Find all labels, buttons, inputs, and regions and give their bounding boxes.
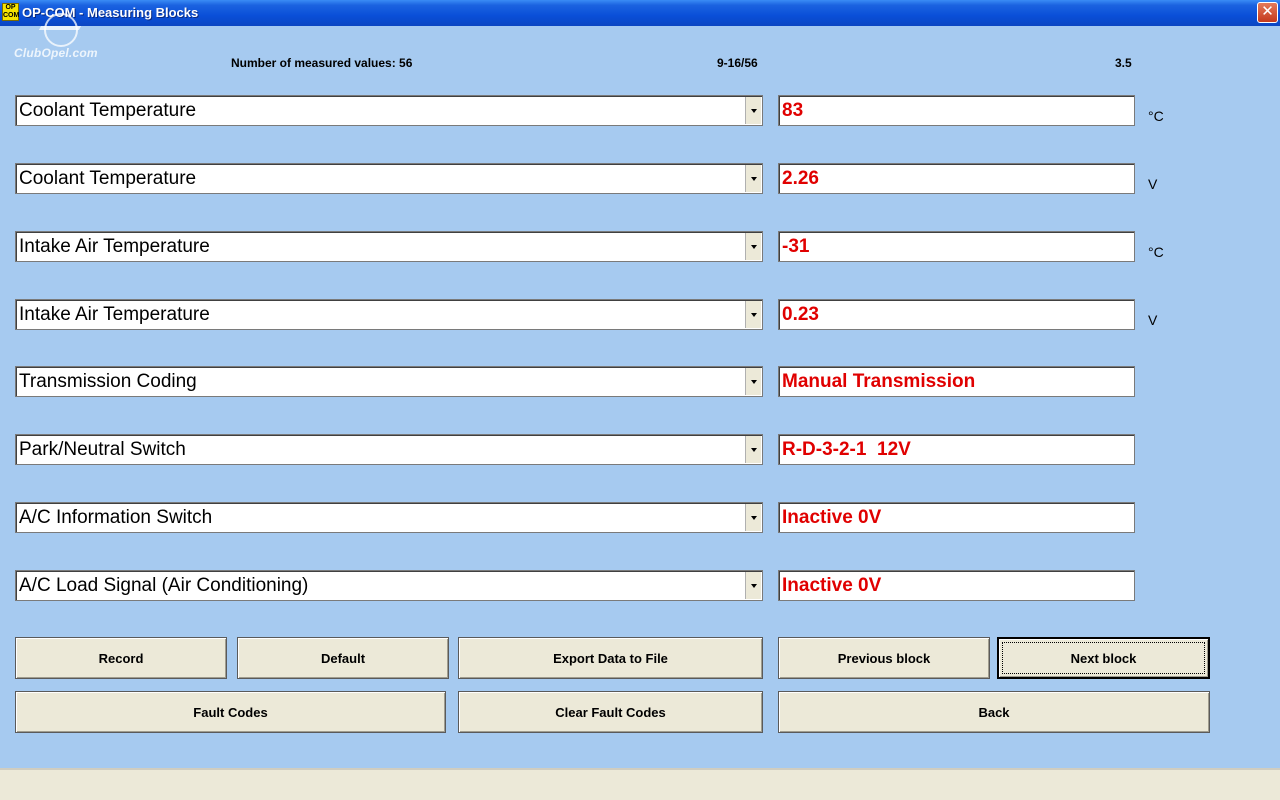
previous-block-button[interactable]: Previous block — [778, 637, 990, 679]
measure-select-4[interactable]: Intake Air Temperature — [15, 299, 763, 330]
close-button[interactable]: ✕ — [1257, 2, 1278, 23]
value-text: Inactive 0V — [782, 507, 882, 528]
measured-values-count: Number of measured values: 56 — [231, 56, 413, 70]
status-bar — [0, 768, 1280, 800]
measure-select-1[interactable]: Coolant Temperature — [15, 95, 763, 126]
fault-codes-button[interactable]: Fault Codes — [15, 691, 446, 733]
measure-value-4: 0.23 — [778, 299, 1135, 330]
value-text: R-D-3-2-1 12V — [782, 439, 911, 460]
measure-select-5[interactable]: Transmission Coding — [15, 366, 763, 397]
block-range: 9-16/56 — [717, 56, 758, 70]
chevron-down-icon[interactable] — [745, 436, 761, 463]
measure-label: A/C Information Switch — [19, 507, 213, 528]
back-button[interactable]: Back — [778, 691, 1210, 733]
value-text: 83 — [782, 100, 804, 121]
clubopel-logo: ClubOpel.com — [14, 10, 114, 62]
value-text: 2.26 — [782, 168, 819, 189]
version-number: 3.5 — [1115, 56, 1132, 70]
clear-fault-codes-button[interactable]: Clear Fault Codes — [458, 691, 763, 733]
opel-logo-icon — [44, 13, 78, 47]
measure-value-7: Inactive 0V — [778, 502, 1135, 533]
chevron-down-icon[interactable] — [745, 368, 761, 395]
measure-label: Coolant Temperature — [19, 100, 197, 121]
measure-select-3[interactable]: Intake Air Temperature — [15, 231, 763, 262]
measure-value-2: 2.26 — [778, 163, 1135, 194]
chevron-down-icon[interactable] — [745, 233, 761, 260]
measure-label: Intake Air Temperature — [19, 236, 210, 257]
measure-label: A/C Load Signal (Air Conditioning) — [19, 575, 309, 596]
chevron-down-icon[interactable] — [745, 97, 761, 124]
measure-value-5: Manual Transmission — [778, 366, 1135, 397]
value-text: 0.23 — [782, 304, 819, 325]
next-block-button[interactable]: Next block — [997, 637, 1210, 679]
opel-bolt-icon — [38, 26, 82, 30]
unit-label: °C — [1148, 108, 1164, 124]
unit-label: V — [1148, 176, 1158, 192]
chevron-down-icon[interactable] — [745, 504, 761, 531]
measure-value-6: R-D-3-2-1 12V — [778, 434, 1135, 465]
measure-value-3: -31 — [778, 231, 1135, 262]
unit-label: °C — [1148, 244, 1164, 260]
watermark-text: ClubOpel.com — [14, 46, 98, 60]
default-button[interactable]: Default — [237, 637, 449, 679]
measure-label: Park/Neutral Switch — [19, 439, 186, 460]
value-text: -31 — [782, 236, 810, 257]
measure-select-6[interactable]: Park/Neutral Switch — [15, 434, 763, 465]
unit-label: V — [1148, 312, 1158, 328]
title-bar: OP COM OP-COM - Measuring Blocks ✕ — [0, 0, 1280, 26]
record-button[interactable]: Record — [15, 637, 227, 679]
chevron-down-icon[interactable] — [745, 301, 761, 328]
measure-label: Intake Air Temperature — [19, 304, 210, 325]
measure-label: Coolant Temperature — [19, 168, 197, 189]
measure-select-8[interactable]: A/C Load Signal (Air Conditioning) — [15, 570, 763, 601]
measure-select-2[interactable]: Coolant Temperature — [15, 163, 763, 194]
chevron-down-icon[interactable] — [745, 572, 761, 599]
chevron-down-icon[interactable] — [745, 165, 761, 192]
measure-value-1: 83 — [778, 95, 1135, 126]
export-data-button[interactable]: Export Data to File — [458, 637, 763, 679]
measure-value-8: Inactive 0V — [778, 570, 1135, 601]
value-text: Manual Transmission — [782, 371, 976, 392]
value-text: Inactive 0V — [782, 575, 882, 596]
measure-select-7[interactable]: A/C Information Switch — [15, 502, 763, 533]
measure-label: Transmission Coding — [19, 371, 197, 392]
